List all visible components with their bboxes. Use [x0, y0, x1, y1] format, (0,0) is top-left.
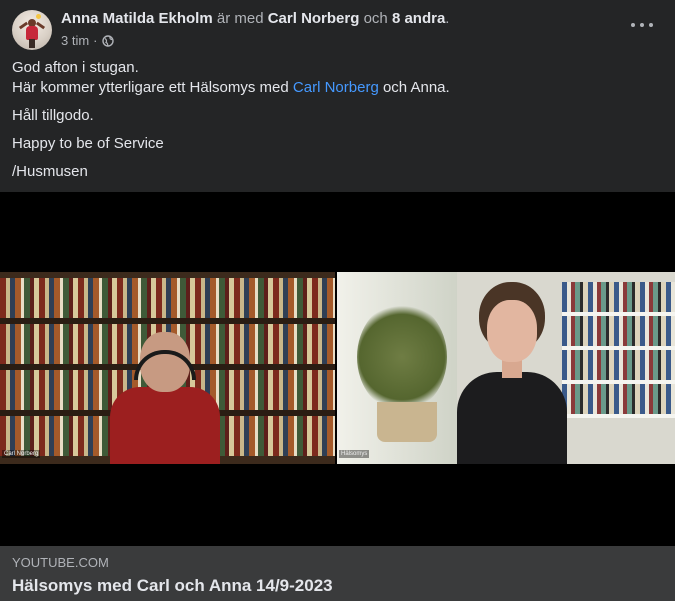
more-dot — [649, 23, 653, 27]
avatar-figure-leg — [29, 39, 35, 48]
bookshelf-row — [562, 350, 675, 380]
with-text: är med — [216, 10, 264, 27]
and-text: och — [363, 10, 388, 27]
facebook-post: Anna Matilda Ekholm är med Carl Norberg … — [0, 0, 675, 601]
body-text-segment: Här kommer ytterligare ett Hälsomys med — [12, 79, 289, 96]
plant-pot — [377, 402, 437, 442]
globe-icon[interactable] — [101, 35, 114, 47]
body-text-segment: och Anna. — [382, 79, 450, 96]
link-preview-card[interactable]: YOUTUBE.COM Hälsomys med Carl och Anna 1… — [0, 546, 675, 601]
shelf-board — [562, 414, 675, 418]
link-title[interactable]: Hälsomys med Carl och Anna 14/9-2023 — [12, 576, 333, 596]
body-line: Håll tillgodo. — [12, 107, 94, 124]
video-participant-left: Carl Norberg — [0, 272, 335, 464]
avatar-sun — [36, 14, 41, 19]
bookshelf-row — [562, 282, 675, 312]
participant-woman — [457, 282, 567, 464]
avatar-figure-body — [26, 26, 38, 40]
post-time-link[interactable]: 3 tim — [61, 33, 89, 49]
body-line-with-link: Här kommer ytterligare ett Hälsomys med … — [12, 78, 663, 98]
post-meta: Anna Matilda Ekholm är med Carl Norberg … — [61, 10, 449, 49]
post-timestamp-line: 3 tim · — [61, 33, 449, 49]
bookshelf-row — [562, 316, 675, 346]
period: . — [445, 10, 450, 27]
participant-name-tag: Carl Norberg — [2, 450, 41, 458]
woman-face — [487, 300, 537, 362]
body-line: God afton i stugan. — [12, 59, 139, 76]
link-domain: YOUTUBE.COM — [12, 555, 109, 570]
author-avatar[interactable] — [12, 10, 52, 50]
bookshelf-row — [562, 384, 675, 414]
man-body — [110, 387, 220, 464]
author-name-link[interactable]: Anna Matilda Ekholm — [61, 10, 213, 27]
mention-link[interactable]: Carl Norberg — [293, 79, 379, 96]
participant-man — [110, 332, 220, 464]
video-participant-right: Hälsomys — [337, 272, 675, 464]
meta-separator: · — [93, 33, 98, 48]
body-line: Happy to be of Service — [12, 135, 164, 152]
tagged-person-link[interactable]: Carl Norberg — [268, 10, 360, 27]
plant — [357, 302, 447, 412]
participant-name-tag: Hälsomys — [339, 450, 370, 458]
video-thumbnail[interactable]: Carl Norberg Hälsomys — [0, 192, 675, 546]
more-dot — [631, 23, 635, 27]
post-author-line: Anna Matilda Ekholm är med Carl Norberg … — [61, 10, 449, 27]
more-options-icon[interactable] — [631, 18, 653, 32]
woman-body — [457, 372, 567, 464]
more-dot — [640, 23, 644, 27]
others-link[interactable]: 8 andra — [392, 10, 445, 27]
post-header: Anna Matilda Ekholm är med Carl Norberg … — [12, 10, 663, 50]
bookshelf-row — [0, 278, 335, 318]
body-line: /Husmusen — [12, 163, 88, 180]
post-body: God afton i stugan. Här kommer ytterliga… — [12, 58, 663, 182]
